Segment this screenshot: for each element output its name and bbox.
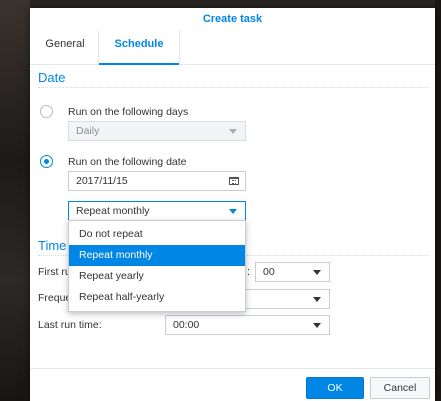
desktop-background	[0, 0, 30, 401]
tab-schedule[interactable]: Schedule	[98, 30, 180, 65]
menu-item-do-not-repeat[interactable]: Do not repeat	[69, 224, 245, 245]
chevron-down-icon[interactable]	[229, 209, 237, 214]
days-select-value: Daily	[76, 125, 100, 137]
repeat-select[interactable]: Repeat monthly	[68, 201, 246, 221]
tab-general[interactable]: General	[40, 30, 90, 64]
calendar-icon[interactable]	[229, 177, 239, 185]
radio-run-on-date[interactable]	[40, 155, 53, 168]
last-run-time-value: 00:00	[173, 319, 200, 331]
run-on-date-label: Run on the following date	[68, 156, 187, 168]
chevron-down-icon[interactable]	[313, 297, 321, 302]
chevron-down-icon[interactable]	[313, 323, 321, 328]
date-field-value: 2017/11/15	[76, 175, 128, 187]
last-run-time-label: Last run time:	[38, 319, 102, 331]
time-colon: :	[247, 266, 251, 278]
last-run-time-select[interactable]: 00:00	[165, 315, 330, 335]
chevron-down-icon	[229, 129, 237, 134]
create-task-dialog: Create task General Schedule Date Run on…	[30, 8, 435, 401]
date-section-heading: Date	[38, 70, 428, 88]
chevron-down-icon[interactable]	[313, 270, 321, 275]
run-on-days-label: Run on the following days	[68, 106, 189, 118]
menu-item-repeat-half-yearly[interactable]: Repeat half-yearly	[69, 287, 245, 308]
menu-item-repeat-yearly[interactable]: Repeat yearly	[69, 266, 245, 287]
menu-item-repeat-monthly[interactable]: Repeat monthly	[69, 245, 245, 266]
ok-button[interactable]: OK	[306, 377, 364, 399]
first-run-minute-value: 00	[263, 266, 275, 278]
tab-bar: General Schedule	[30, 30, 435, 65]
first-run-minute-select[interactable]: 00	[255, 262, 330, 282]
cancel-button[interactable]: Cancel	[370, 377, 430, 399]
desktop-background-right	[435, 0, 441, 401]
days-select: Daily	[68, 121, 246, 141]
footer-divider	[30, 368, 435, 369]
dialog-title: Create task	[202, 13, 263, 25]
date-field[interactable]: 2017/11/15	[68, 171, 246, 191]
repeat-select-value: Repeat monthly	[76, 205, 150, 217]
repeat-dropdown-menu: Do not repeat Repeat monthly Repeat year…	[68, 220, 246, 312]
radio-run-on-days[interactable]	[40, 105, 53, 118]
